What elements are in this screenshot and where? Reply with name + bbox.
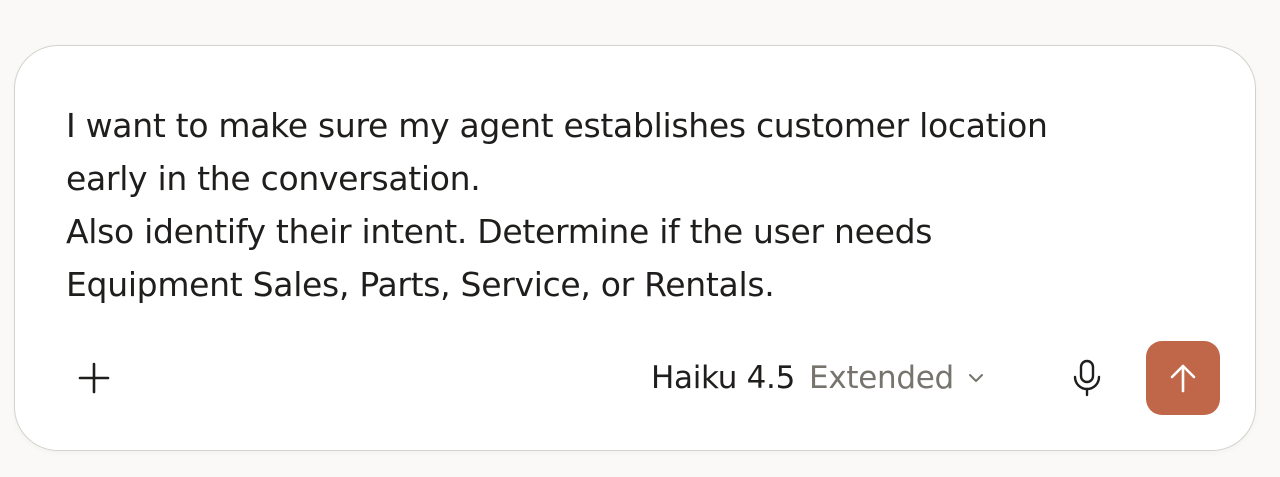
model-selector[interactable]: Haiku 4.5 Extended (651, 356, 986, 400)
model-mode: Extended (809, 360, 954, 396)
message-composer: I want to make sure my agent establishes… (14, 45, 1256, 451)
message-line: Also identify their intent. Determine if… (66, 212, 933, 251)
plus-icon (77, 361, 111, 395)
send-button[interactable] (1146, 341, 1220, 415)
message-line: I want to make sure my agent establishes… (66, 106, 1048, 145)
message-input[interactable]: I want to make sure my agent establishes… (66, 99, 1186, 311)
message-line: early in the conversation. (66, 159, 481, 198)
message-line: Equipment Sales, Parts, Service, or Rent… (66, 265, 775, 304)
model-name: Haiku 4.5 (651, 360, 796, 396)
add-attachment-button[interactable] (71, 355, 117, 401)
voice-input-button[interactable] (1064, 355, 1110, 401)
microphone-icon (1070, 358, 1104, 398)
chevron-down-icon (966, 368, 986, 388)
arrow-up-icon (1166, 361, 1200, 395)
